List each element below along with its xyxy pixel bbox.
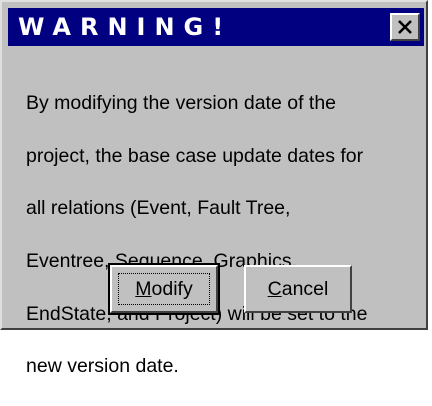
modify-mnemonic: M (135, 278, 152, 300)
title-bar[interactable]: WARNING! (8, 8, 424, 46)
cancel-mnemonic: C (267, 278, 282, 300)
message-line: EndState, and Project) will be set to th… (26, 302, 368, 325)
dialog-title: WARNING! (18, 13, 233, 41)
message-line: all relations (Event, Fault Tree, (26, 197, 291, 220)
cancel-label-rest: ancel (281, 278, 329, 300)
modify-button[interactable]: Modify (108, 263, 220, 315)
warning-message: By modifying the version date of the pro… (26, 64, 418, 406)
cancel-button[interactable]: Cancel (244, 265, 352, 313)
warning-dialog: WARNING! By modifying the version date o… (0, 0, 428, 377)
message-line: By modifying the version date of the (26, 92, 337, 115)
message-line: new version date. (26, 355, 179, 378)
message-line: project, the base case update dates for (26, 144, 364, 167)
close-button[interactable] (390, 13, 420, 41)
close-icon (398, 20, 412, 34)
message-line: Eventree, Sequence, Graphics, (26, 250, 297, 273)
modify-label-rest: odify (151, 278, 193, 300)
